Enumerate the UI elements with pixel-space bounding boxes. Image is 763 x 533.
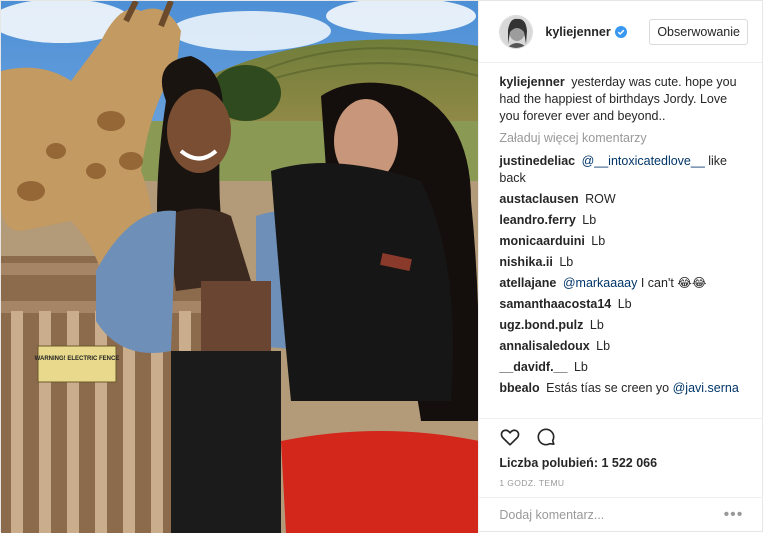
comment-text: Lb <box>589 318 604 332</box>
post-sidebar: kyliejenner Obserwowanie kyliejenner yes… <box>478 1 763 531</box>
caption-username[interactable]: kyliejenner <box>499 75 564 89</box>
post-photo[interactable]: WARNING! ELECTRIC FENCE <box>1 1 479 533</box>
comment-text: Lb <box>573 360 588 374</box>
likes-count[interactable]: Liczba polubień: 1 522 066 <box>499 456 743 470</box>
comment-item: bbealo Estás tías se creen yo @javi.sern… <box>499 380 742 397</box>
comment-username[interactable]: annalisaledoux <box>499 339 589 353</box>
verified-badge-icon <box>614 25 627 38</box>
likes-number: 1 522 066 <box>601 456 658 470</box>
add-comment-input[interactable] <box>499 507 724 522</box>
comment-item: annalisaledoux Lb <box>499 338 742 355</box>
comment-mention[interactable]: @javi.serna <box>673 381 739 395</box>
comment-item: nishika.ii Lb <box>499 254 742 271</box>
post-actions: Liczba polubień: 1 522 066 1 GODZ. TEMU <box>479 418 763 488</box>
action-icons <box>499 423 743 451</box>
comment-username[interactable]: monicaarduini <box>499 234 584 248</box>
comment-username[interactable]: samanthaacosta14 <box>499 297 611 311</box>
load-more-comments-link[interactable]: Załaduj więcej komentarzy <box>499 131 742 145</box>
post-header: kyliejenner Obserwowanie <box>479 1 762 63</box>
comment-bubble-icon[interactable] <box>535 426 557 448</box>
fence-warning-sign: WARNING! ELECTRIC FENCE <box>35 356 120 362</box>
comment-item: monicaarduini Lb <box>499 233 742 250</box>
heart-icon[interactable] <box>499 426 521 448</box>
likes-label: Liczba polubień: <box>499 456 598 470</box>
comment-item: austaclausen ROW <box>499 191 742 208</box>
comment-text: Estás tías se creen yo <box>546 381 673 395</box>
more-options-icon[interactable]: ••• <box>724 506 744 524</box>
comment-text: Lb <box>617 297 632 311</box>
comment-username[interactable]: nishika.ii <box>499 255 553 269</box>
comment-username[interactable]: leandro.ferry <box>499 213 575 227</box>
add-comment-bar: ••• <box>479 497 763 531</box>
following-button[interactable]: Obserwowanie <box>649 18 748 45</box>
username-link[interactable]: kyliejenner <box>545 25 610 39</box>
comment-text: I can't 😂😂 <box>637 276 707 290</box>
comment-item: ugz.bond.pulz Lb <box>499 317 742 334</box>
post-caption: kyliejenner yesterday was cute. hope you… <box>499 74 742 125</box>
comment-text: Lb <box>559 255 574 269</box>
comment-item: leandro.ferry Lb <box>499 212 742 229</box>
avatar[interactable] <box>499 14 534 49</box>
comment-username[interactable]: bbealo <box>499 381 539 395</box>
comment-item: justinedeliac @__intoxicatedlove__ like … <box>499 153 742 187</box>
comment-username[interactable]: austaclausen <box>499 192 578 206</box>
instagram-post: WARNING! ELECTRIC FENCE kyliejenner Obse… <box>0 0 763 533</box>
comment-username[interactable]: atellajane <box>499 276 556 290</box>
comment-text: Lb <box>582 213 597 227</box>
comment-username[interactable]: __davidf.__ <box>499 360 567 374</box>
comment-text: ROW <box>585 192 616 206</box>
comment-item: samanthaacosta14 Lb <box>499 296 742 313</box>
comment-mention[interactable]: @markaaaay <box>563 276 638 290</box>
photo-illustration: WARNING! ELECTRIC FENCE <box>1 1 479 533</box>
comment-text: Lb <box>596 339 611 353</box>
comment-item: atellajane @markaaaay I can't 😂😂 <box>499 275 742 292</box>
post-timestamp[interactable]: 1 GODZ. TEMU <box>499 478 743 488</box>
comment-mention[interactable]: @__intoxicatedlove__ <box>582 154 705 168</box>
comment-item: __davidf.__ Lb <box>499 359 742 376</box>
comment-text: Lb <box>591 234 606 248</box>
comment-username[interactable]: ugz.bond.pulz <box>499 318 583 332</box>
comment-username[interactable]: justinedeliac <box>499 154 575 168</box>
